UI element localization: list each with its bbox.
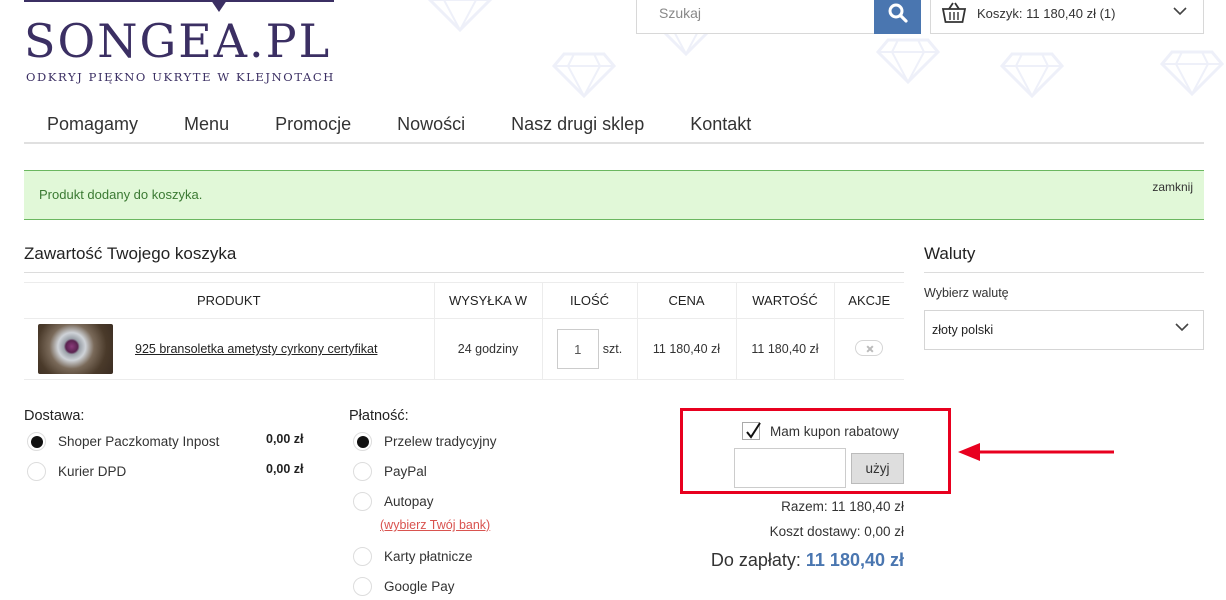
remove-item-button[interactable]: [855, 339, 884, 356]
diamond-pattern-icon: [875, 38, 941, 85]
nav-item-kontakt[interactable]: Kontakt: [667, 104, 774, 142]
shipping-time: 24 godziny: [433, 318, 542, 380]
choose-bank-link[interactable]: (wybierz Twój bank): [380, 518, 490, 532]
diamond-icon: [210, 0, 228, 12]
basket-title: Zawartość Twojego koszyka: [24, 244, 237, 263]
currency-title: Waluty: [924, 244, 976, 263]
payment-option-cards[interactable]: Karty płatnicze: [353, 545, 473, 567]
basket-icon: [941, 2, 967, 23]
logo-title: SONGEA.PL: [24, 14, 332, 68]
grand-total: Do zapłaty: 11 180,40 zł: [711, 550, 904, 571]
column-header-actions: AKCJE: [833, 282, 904, 319]
cart-summary: Koszyk: 11 180,40 zł (1): [977, 5, 1116, 21]
currency-label: Wybierz walutę: [924, 286, 1009, 300]
chevron-down-icon: [1173, 7, 1187, 16]
payment-option-autopay[interactable]: Autopay: [353, 490, 434, 512]
logo-top-line: [24, 0, 334, 2]
shipping-option-price: 0,00 zł: [266, 432, 304, 446]
cart-table: PRODUKT WYSYŁKA W ILOŚĆ CENA WARTOŚĆ AKC…: [24, 282, 904, 380]
payment-option-label: Karty płatnicze: [384, 548, 473, 564]
quantity-cell: szt.: [541, 318, 637, 380]
table-row: 925 bransoletka ametysty cyrkony certyfi…: [24, 318, 904, 380]
divider: [24, 272, 904, 273]
search-input[interactable]: [637, 0, 875, 33]
nav-item-menu[interactable]: Menu: [161, 104, 252, 142]
diamond-pattern-icon: [999, 52, 1065, 99]
payment-option-paypal[interactable]: PayPal: [353, 460, 427, 482]
table-header-row: PRODUKT WYSYŁKA W ILOŚĆ CENA WARTOŚĆ AKC…: [24, 282, 904, 319]
search-icon: [888, 3, 908, 23]
site-logo[interactable]: SONGEA.PL ODKRYJ PIĘKNO UKRYTE W KLEJNOT…: [24, 0, 354, 90]
product-cell: 925 bransoletka ametysty cyrkony certyfi…: [24, 318, 434, 380]
payment-option-label: PayPal: [384, 463, 427, 479]
nav-item-pomagamy[interactable]: Pomagamy: [24, 104, 161, 142]
shipping-cost: Koszt dostawy: 0,00 zł: [769, 524, 904, 539]
payment-option-transfer[interactable]: Przelew tradycyjny: [353, 430, 497, 452]
column-header-product: PRODUKT: [24, 282, 434, 319]
line-value: 11 180,40 zł: [735, 318, 834, 380]
notice-close-link[interactable]: zamknij: [1152, 180, 1193, 194]
shipping-option-price: 0,00 zł: [266, 462, 304, 476]
shipping-option-label: Shoper Paczkomaty Inpost: [58, 433, 220, 449]
radio-button[interactable]: [27, 461, 46, 481]
radio-button[interactable]: [353, 491, 372, 511]
diamond-pattern-icon: [427, 0, 493, 33]
main-nav: Pomagamy Menu Promocje Nowości Nasz drug…: [24, 104, 1204, 144]
payment-option-google-pay[interactable]: Google Pay: [353, 575, 455, 597]
nav-item-drugi-sklep[interactable]: Nasz drugi sklep: [488, 104, 667, 142]
search-bar: [636, 0, 921, 34]
total-value: 11 180,40 zł: [805, 550, 904, 570]
quantity-unit: szt.: [602, 342, 623, 356]
arrow-left-icon: [958, 443, 1114, 461]
product-thumbnail[interactable]: [38, 324, 113, 374]
shipping-option-label: Kurier DPD: [58, 463, 127, 479]
payment-option-label: Autopay: [384, 493, 434, 509]
payment-option-label: Przelew tradycyjny: [384, 433, 497, 449]
diamond-pattern-icon: [551, 52, 617, 99]
actions-cell: [833, 318, 904, 380]
total-label: Do zapłaty:: [710, 550, 801, 570]
column-header-value: WARTOŚĆ: [735, 282, 834, 319]
success-notice: Produkt dodany do koszyka. zamknij: [24, 170, 1204, 220]
search-button[interactable]: [874, 0, 921, 34]
radio-button[interactable]: [353, 546, 372, 566]
payment-option-label: Google Pay: [384, 578, 455, 594]
checkmark-icon: [746, 422, 761, 439]
shipping-title: Dostawa:: [24, 408, 85, 424]
column-header-qty: ILOŚĆ: [541, 282, 637, 319]
apply-coupon-button[interactable]: użyj: [851, 453, 904, 484]
radio-button-selected[interactable]: [27, 431, 46, 451]
chevron-down-icon: [1175, 323, 1189, 332]
currency-selected: złoty polski: [932, 323, 994, 337]
shipping-option-inpost[interactable]: Shoper Paczkomaty Inpost: [27, 430, 219, 452]
currency-select[interactable]: złoty polski: [924, 310, 1204, 350]
shipping-option-dpd[interactable]: Kurier DPD: [27, 460, 126, 482]
subtotal: Razem: 11 180,40 zł: [781, 499, 904, 514]
quantity-input[interactable]: [556, 329, 599, 369]
nav-item-nowosci[interactable]: Nowości: [374, 104, 488, 142]
divider: [924, 272, 1204, 273]
logo-tagline: ODKRYJ PIĘKNO UKRYTE W KLEJNOTACH: [26, 70, 335, 84]
coupon-label: Mam kupon rabatowy: [770, 424, 900, 439]
radio-button[interactable]: [353, 576, 372, 596]
unit-price: 11 180,40 zł: [636, 318, 736, 380]
coupon-code-input[interactable]: [734, 448, 846, 488]
diamond-pattern-icon: [1159, 50, 1225, 97]
cart-button[interactable]: Koszyk: 11 180,40 zł (1): [930, 0, 1204, 34]
payment-title: Płatność:: [349, 408, 409, 424]
coupon-checkbox[interactable]: [742, 422, 761, 440]
column-header-shipping: WYSYŁKA W: [433, 282, 542, 319]
radio-button[interactable]: [353, 461, 372, 481]
nav-item-promocje[interactable]: Promocje: [252, 104, 374, 142]
column-header-price: CENA: [636, 282, 736, 319]
notice-text: Produkt dodany do koszyka.: [39, 187, 203, 202]
radio-button-selected[interactable]: [353, 431, 372, 451]
product-link[interactable]: 925 bransoletka ametysty cyrkony certyfi…: [135, 342, 377, 356]
